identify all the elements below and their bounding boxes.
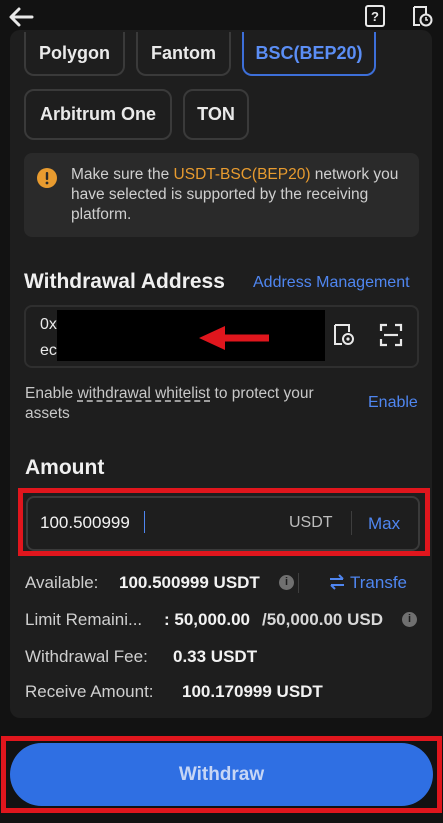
limit-total-value: /50,000.00 USD xyxy=(262,610,383,629)
available-value: 100.500999 USDT xyxy=(119,573,260,592)
annotation-frame-amount xyxy=(18,488,430,556)
network-chip-polygon[interactable]: Polygon xyxy=(24,32,125,76)
whitelist-hint-prefix: Enable xyxy=(25,385,78,402)
transfer-icon[interactable] xyxy=(328,573,346,591)
info-icon[interactable]: i xyxy=(402,612,417,627)
fee-value: 0.33 USDT xyxy=(173,647,258,666)
annotation-arrow-icon xyxy=(199,325,271,351)
network-chip-label: BSC(BEP20) xyxy=(255,42,363,63)
info-divider xyxy=(298,573,299,593)
network-chip-label: Polygon xyxy=(39,42,110,63)
fee-label: Withdrawal Fee: xyxy=(25,647,148,666)
transfer-link[interactable]: Transfe xyxy=(350,573,407,593)
network-chip-ton[interactable]: TON xyxy=(183,89,249,140)
address-management-link[interactable]: Address Management xyxy=(253,274,410,292)
help-document-icon[interactable]: ? xyxy=(364,4,386,28)
whitelist-hint: Enable withdrawal whitelist to protect y… xyxy=(25,384,355,424)
network-chip-arbitrum[interactable]: Arbitrum One xyxy=(24,89,172,140)
available-label: Available: xyxy=(25,573,99,592)
network-chip-label: TON xyxy=(197,104,235,124)
notice-network-highlight: USDT-BSC(BEP20) xyxy=(173,166,311,183)
notice-text-prefix: Make sure the xyxy=(71,166,174,183)
network-chip-label: Arbitrum One xyxy=(39,104,156,124)
whitelist-link[interactable]: withdrawal whitelist xyxy=(78,385,211,402)
address-value-line2: ec xyxy=(40,342,57,359)
limit-used-value: : 50,000.00 xyxy=(164,610,251,629)
warning-icon xyxy=(37,168,57,188)
receive-value: 100.170999 USDT xyxy=(182,682,323,701)
redaction-block xyxy=(57,310,325,361)
annotation-frame-withdraw xyxy=(1,736,442,813)
amount-title: Amount xyxy=(25,456,105,479)
arrow-left-icon[interactable] xyxy=(8,6,34,28)
svg-text:?: ? xyxy=(371,9,379,24)
info-icon[interactable]: i xyxy=(279,575,294,590)
notice-text: Make sure the USDT-BSC(BEP20) network yo… xyxy=(71,165,411,225)
receive-label: Receive Amount: xyxy=(25,682,154,701)
history-icon[interactable] xyxy=(410,4,434,28)
scan-icon[interactable] xyxy=(379,323,403,347)
network-chip-fantom[interactable]: Fantom xyxy=(136,32,231,76)
withdrawal-address-title: Withdrawal Address xyxy=(24,270,225,293)
address-book-icon[interactable] xyxy=(332,323,356,347)
enable-whitelist-link[interactable]: Enable xyxy=(368,394,418,412)
limit-label: Limit Remaini... xyxy=(25,610,143,629)
address-value-line1: 0x xyxy=(40,316,57,333)
network-chip-bsc[interactable]: BSC(BEP20) xyxy=(242,32,376,76)
network-chip-label: Fantom xyxy=(151,42,216,63)
